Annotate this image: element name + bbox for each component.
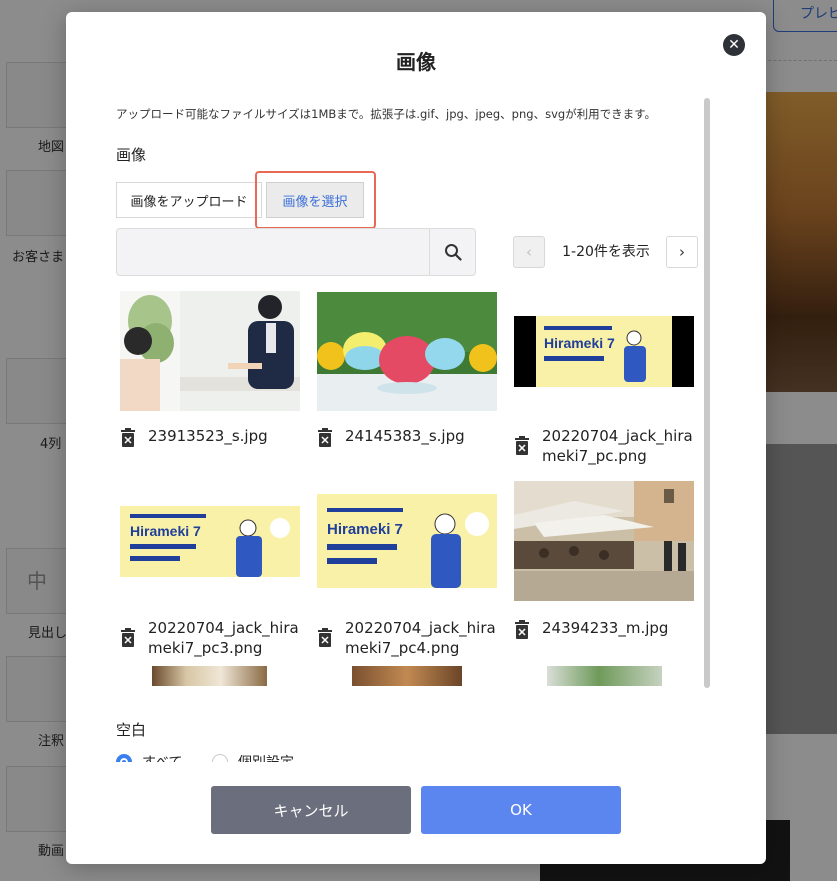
radio-label: すべて	[142, 752, 182, 762]
cancel-button[interactable]: キャンセル	[211, 786, 411, 834]
file-name: 23913523_s.jpg	[148, 427, 268, 445]
upload-note: アップロード可能なファイルサイズは1MBまで。拡張子は.gif、jpg、jpeg…	[116, 107, 657, 121]
file-name: 24394233_m.jpg	[542, 619, 669, 637]
file-row: 20220704_jack_hirameki7_pc4.png	[317, 618, 507, 658]
tab-upload-image[interactable]: 画像をアップロード	[116, 182, 262, 218]
image-thumb-shaved-ice[interactable]	[317, 292, 497, 411]
file-name: 24145383_s.jpg	[345, 427, 465, 445]
image-thumb-partial[interactable]	[352, 666, 462, 686]
hirameki-banner: Hirameki 7	[317, 494, 497, 588]
file-name: 20220704_jack_hirameki7_pc.png	[542, 427, 693, 465]
trash-icon[interactable]	[514, 436, 530, 456]
image-thumb-partial[interactable]	[152, 666, 267, 686]
file-row: 20220704_jack_hirameki7_pc3.png	[120, 618, 310, 658]
file-name: 20220704_jack_hirameki7_pc4.png	[345, 619, 496, 657]
shaved-ice-photo	[317, 292, 497, 411]
banner-logo-text: Hirameki 7	[327, 521, 403, 538]
radio-label: 個別設定	[238, 752, 294, 762]
file-row: 23913523_s.jpg	[120, 426, 310, 448]
image-thumb-banner[interactable]: Hirameki 7	[317, 494, 497, 588]
search-input[interactable]	[117, 229, 427, 275]
radio-individual[interactable]: 個別設定	[212, 752, 294, 762]
trash-icon[interactable]	[120, 428, 136, 448]
image-thumb-banner[interactable]: Hirameki 7	[120, 506, 300, 577]
search-box	[116, 228, 476, 276]
trash-icon[interactable]	[120, 628, 136, 648]
image-thumb-banner[interactable]: Hirameki 7	[514, 316, 694, 387]
banner-logo-text: Hirameki 7	[130, 523, 201, 539]
file-row: 24145383_s.jpg	[317, 426, 507, 448]
pagination-label: 1-20件を表示	[562, 244, 650, 260]
cafe-street-photo	[514, 481, 694, 601]
next-page-button[interactable]: ›	[666, 236, 698, 268]
margin-section-label: 空白	[116, 721, 147, 739]
office-photo	[120, 291, 300, 411]
hirameki-banner: Hirameki 7	[514, 316, 694, 387]
file-row: 20220704_jack_hirameki7_pc.png	[514, 426, 704, 466]
modal-scroll-area: アップロード可能なファイルサイズは1MBまで。拡張子は.gif、jpg、jpeg…	[66, 12, 766, 762]
selection-highlight	[255, 171, 376, 229]
image-section-label: 画像	[116, 146, 147, 164]
trash-icon[interactable]	[317, 628, 333, 648]
banner-logo-text: Hirameki 7	[544, 335, 615, 351]
trash-icon[interactable]	[317, 428, 333, 448]
search-button[interactable]	[429, 229, 476, 275]
file-name: 20220704_jack_hirameki7_pc3.png	[148, 619, 299, 657]
radio-all[interactable]: すべて	[116, 752, 182, 762]
radio-unselected-icon[interactable]	[212, 754, 228, 762]
image-modal: 画像 ✕ アップロード可能なファイルサイズは1MBまで。拡張子は.gif、jpg…	[66, 12, 766, 864]
file-row: 24394233_m.jpg	[514, 618, 704, 640]
trash-icon[interactable]	[514, 620, 530, 640]
ok-button[interactable]: OK	[421, 786, 621, 834]
image-thumb-partial[interactable]	[547, 666, 662, 686]
image-thumb-cafe[interactable]	[514, 481, 694, 601]
image-thumb-office[interactable]	[120, 291, 300, 411]
radio-selected-icon[interactable]	[116, 754, 132, 762]
hirameki-banner: Hirameki 7	[120, 506, 300, 577]
search-icon	[445, 244, 462, 261]
prev-page-button[interactable]: ‹	[513, 236, 545, 268]
